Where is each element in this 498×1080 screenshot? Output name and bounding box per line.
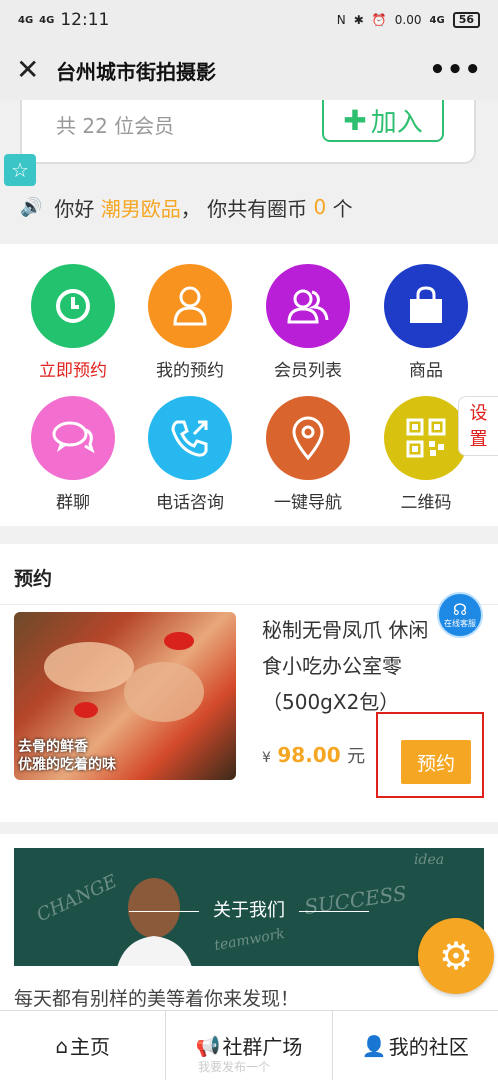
nfc-icon: N [336, 13, 346, 27]
settings-label: 设 [469, 403, 488, 424]
greeting-prefix: 你好 [54, 196, 95, 221]
about-section: CHANGE SUCCESS teamwork idea 关于我们 每天都有别样… [0, 834, 498, 1014]
network-type: 4G [429, 14, 445, 26]
battery-icon: 56 [452, 12, 480, 28]
status-bar: 4G 4G 12:11 N ✱ ⏰ 0.00 4G 56 [0, 0, 498, 40]
ghost-text: 我要发布一个 [198, 1060, 271, 1074]
net-speed: 0.00 [394, 13, 422, 27]
close-icon[interactable]: ✕ [16, 56, 48, 84]
tagline: 每天都有别样的美等着你来发现！ [14, 988, 300, 1010]
nav-label: 社群广场 [222, 1035, 303, 1059]
grid-item-member-list[interactable]: 会员列表 [253, 264, 363, 381]
page-title: 台州城市街拍摄影 [56, 59, 216, 84]
caption-line: 优雅的吃着的味 [18, 757, 116, 773]
divider [0, 604, 498, 605]
megaphone-icon: 📢 [195, 1033, 221, 1058]
food-highlight [44, 642, 134, 692]
settings-label: 置 [469, 429, 488, 450]
chili-shape [74, 702, 98, 718]
grid-item-navigation[interactable]: 一键导航 [253, 396, 363, 513]
signal-icon: 4G [18, 14, 34, 26]
grid-label: 商品 [409, 361, 443, 381]
headset-icon: ☊ [452, 599, 468, 619]
grid-label: 二维码 [400, 493, 452, 513]
location-icon [266, 396, 350, 480]
grid-item-products[interactable]: 商品 [371, 264, 481, 381]
customer-service-button[interactable]: ☊ 在线客服 [437, 592, 483, 638]
gear-icon[interactable]: ⚙ [418, 918, 494, 994]
chili-shape [164, 632, 194, 650]
plus-icon: ✚ [343, 103, 367, 137]
bluetooth-icon: ✱ [353, 13, 364, 27]
feature-grid: 立即预约 我的预约 会员列表 商品 群聊 电话咨询 一键导航 二维码 [0, 244, 498, 526]
chalk-word: idea [414, 852, 445, 868]
currency: ¥ [262, 750, 271, 766]
users-icon [266, 264, 350, 348]
grid-item-book-now[interactable]: 立即预约 [18, 264, 128, 381]
price: 98.00 [277, 743, 341, 767]
cs-label: 在线客服 [444, 618, 476, 628]
nav-label: 主页 [70, 1035, 111, 1059]
about-title: 关于我们 [14, 896, 484, 922]
grid-label: 电话咨询 [156, 493, 224, 513]
price-row: ¥ 98.00 元 [262, 742, 365, 768]
chat-icon [31, 396, 115, 480]
more-icon[interactable]: ••• [429, 55, 482, 85]
section-title: 预约 [14, 568, 53, 590]
alarm-icon: ⏰ [371, 13, 387, 27]
join-button[interactable]: ✚ 加入 [322, 100, 444, 142]
grid-item-group-chat[interactable]: 群聊 [18, 396, 128, 513]
product-name[interactable]: 秘制无骨凤爪 休闲食小吃办公室零（500gX2包） [262, 612, 442, 720]
shopping-bag-icon [384, 264, 468, 348]
food-highlight [124, 662, 204, 722]
chalk-word: teamwork [213, 925, 286, 955]
nav-label: 我的社区 [388, 1035, 469, 1059]
caption-line: 去骨的鲜香 [18, 739, 88, 755]
booking-section: 预约 去骨的鲜香 优雅的吃着的味 秘制无骨凤爪 休闲食小吃办公室零（500gX2… [0, 544, 498, 822]
price-unit: 元 [347, 746, 366, 767]
greeting: 🔊 你好 潮男欧品 ， 你共有圈币 0 个 [0, 185, 498, 229]
home-icon: ⌂ [55, 1033, 69, 1058]
grid-item-my-bookings[interactable]: 我的预约 [135, 264, 245, 381]
coin-count: 0 [313, 195, 327, 219]
image-caption: 去骨的鲜香 优雅的吃着的味 [18, 738, 116, 774]
member-card: 共 22 位会员 ✚ 加入 [20, 100, 476, 164]
greeting-suffix: 个 [332, 196, 353, 221]
greeting-middle: ， 你共有圈币 [180, 196, 308, 221]
title-bar: ✕ 台州城市街拍摄影 ••• [0, 40, 498, 100]
grid-label: 会员列表 [274, 361, 342, 381]
phone-icon [148, 396, 232, 480]
grid-label: 一键导航 [274, 493, 342, 513]
product-image[interactable]: 去骨的鲜香 优雅的吃着的味 [14, 612, 236, 780]
grid-label: 群聊 [56, 493, 90, 513]
clock-time: 12:11 [60, 10, 110, 30]
grid-label: 我的预约 [156, 361, 224, 381]
grid-item-phone[interactable]: 电话咨询 [135, 396, 245, 513]
member-count: 共 22 位会员 [56, 114, 175, 138]
join-label: 加入 [370, 107, 423, 138]
user-icon [148, 264, 232, 348]
speaker-icon: 🔊 [20, 196, 43, 218]
qrcode-icon [384, 396, 468, 480]
clock-icon [31, 264, 115, 348]
about-banner[interactable]: CHANGE SUCCESS teamwork idea 关于我们 [14, 848, 484, 966]
nav-my-community[interactable]: 👤 我的社区 [333, 1011, 498, 1080]
book-button[interactable]: 预约 [401, 740, 471, 784]
person-icon: 👤 [361, 1033, 387, 1058]
signal-icon: 4G [39, 14, 55, 26]
nav-home[interactable]: ⌂ 主页 [0, 1011, 167, 1080]
settings-tab[interactable]: 设 置 [458, 396, 498, 456]
user-name: 潮男欧品 [100, 196, 181, 221]
grid-label: 立即预约 [39, 361, 107, 381]
star-icon[interactable]: ☆ [4, 154, 36, 186]
